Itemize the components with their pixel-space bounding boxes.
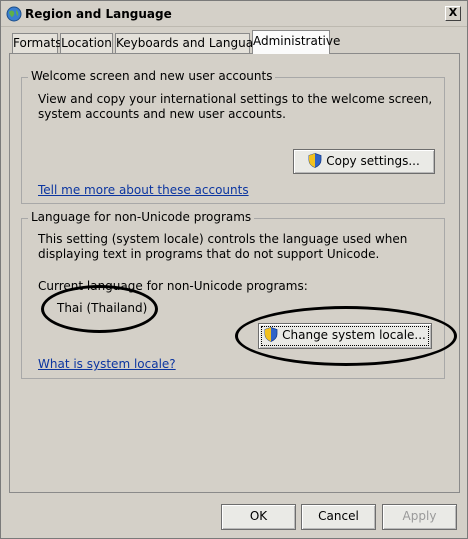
tab-keyboards-and-languages[interactable]: Keyboards and Languages [115,33,274,53]
welcome-group-title: Welcome screen and new user accounts [28,69,276,83]
tab-label: Location [61,36,112,50]
current-language-label: Current language for non-Unicode program… [38,279,308,293]
close-button[interactable]: X [445,6,461,21]
change-system-locale-button[interactable]: Change system locale... [258,323,432,349]
globe-icon [6,6,22,22]
ok-button[interactable]: OK [221,504,296,530]
uac-shield-icon [264,327,278,342]
tab-administrative[interactable]: Administrative [252,30,340,54]
non-unicode-group-title: Language for non-Unicode programs [28,210,255,224]
cancel-label: Cancel [318,509,359,523]
copy-settings-button[interactable]: Copy settings... [293,149,435,174]
tab-label: Formats [13,36,62,50]
tell-me-more-link[interactable]: Tell me more about these accounts [38,183,249,197]
cancel-button[interactable]: Cancel [301,504,376,530]
apply-label: Apply [402,509,437,523]
copy-settings-label: Copy settings... [326,154,420,168]
uac-shield-icon [308,153,322,168]
window-title: Region and Language [25,7,172,21]
tab-location[interactable]: Location [60,33,113,53]
title-bar[interactable]: Region and Language X [1,1,467,27]
non-unicode-description: This setting (system locale) controls th… [38,232,408,261]
change-system-locale-label: Change system locale... [282,328,426,342]
current-language-value: Thai (Thailand) [57,301,148,315]
close-icon: X [448,6,458,19]
ok-label: OK [249,509,268,523]
tab-formats[interactable]: Formats [12,33,62,53]
welcome-description: View and copy your international setting… [38,92,433,121]
tab-label: Administrative [253,34,341,48]
tab-label: Keyboards and Languages [116,36,275,50]
apply-button[interactable]: Apply [382,504,457,530]
what-is-system-locale-link[interactable]: What is system locale? [38,357,176,371]
